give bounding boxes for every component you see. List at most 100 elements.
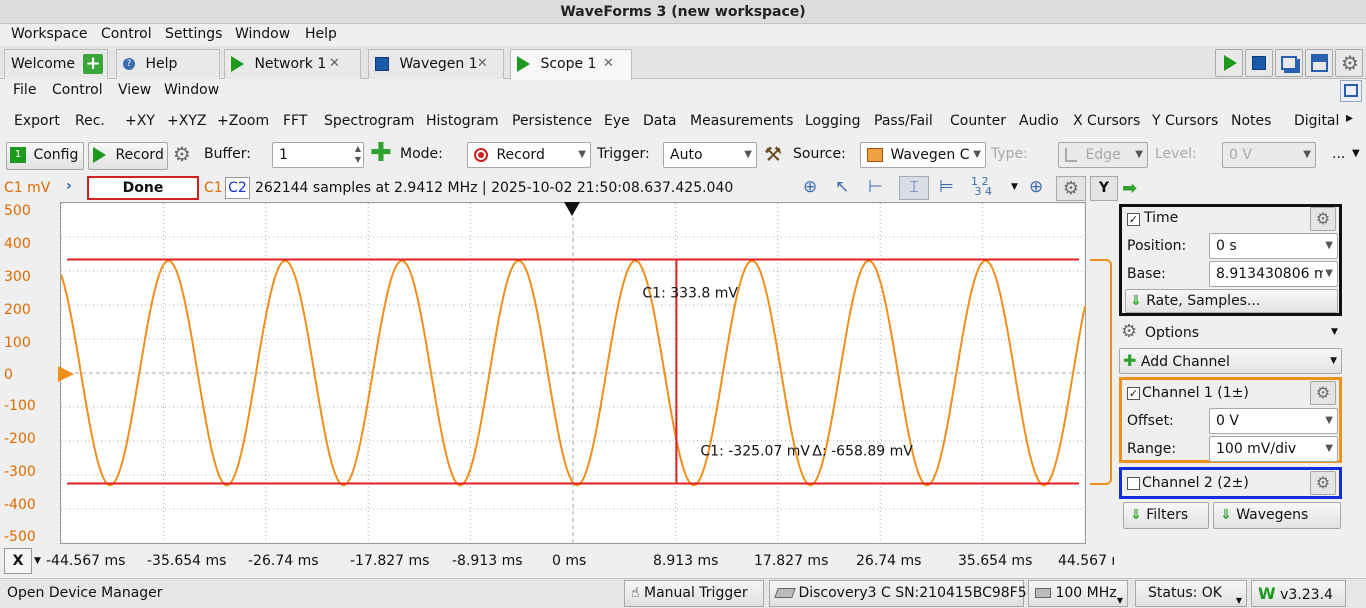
- channel2-settings-gear-icon[interactable]: ⚙: [1310, 471, 1336, 495]
- h-measure-icon[interactable]: ⊢: [868, 177, 883, 197]
- version-button[interactable]: W v3.23.4: [1251, 580, 1346, 607]
- inst-export[interactable]: Export: [14, 113, 60, 129]
- tile-windows-button[interactable]: [1305, 49, 1333, 77]
- tab-network[interactable]: Network 1 ✕: [224, 49, 361, 79]
- scope-menu-view[interactable]: View: [118, 82, 151, 98]
- close-tab-icon[interactable]: ✕: [477, 50, 488, 78]
- inst-eye[interactable]: Eye: [604, 113, 630, 129]
- inst-zoom[interactable]: +Zoom: [217, 113, 269, 129]
- stop-all-button[interactable]: [1245, 49, 1273, 77]
- inst-histogram[interactable]: Histogram: [426, 113, 499, 129]
- device-button[interactable]: Discovery3 C SN:210415BC98F5: [769, 580, 1027, 607]
- inst-spectrogram[interactable]: Spectrogram: [324, 113, 414, 129]
- chevron-down-icon[interactable]: ▼: [1352, 148, 1360, 159]
- inst-data[interactable]: Data: [643, 113, 676, 129]
- x-axis-button[interactable]: X: [4, 548, 32, 574]
- plot-settings-gear-icon[interactable]: ⚙: [1056, 176, 1086, 201]
- hammer-icon[interactable]: ⚒: [764, 142, 782, 166]
- channel2-badge[interactable]: C2: [225, 177, 250, 199]
- add-icon[interactable]: ✚: [370, 140, 392, 166]
- spin-arrows-icon[interactable]: ▲ ▼: [355, 143, 361, 165]
- workspace-settings-button[interactable]: ⚙: [1335, 49, 1363, 77]
- channel1-badge[interactable]: C1: [204, 180, 223, 196]
- trigger-select[interactable]: Auto ▼: [663, 142, 757, 168]
- close-tab-icon[interactable]: ✕: [603, 50, 614, 78]
- inst-logging[interactable]: Logging: [805, 113, 861, 129]
- tab-welcome[interactable]: Welcome +: [4, 49, 108, 79]
- channel1-offset-marker[interactable]: [58, 366, 74, 382]
- position-field[interactable]: 0 s ▼: [1209, 233, 1338, 259]
- inst-ycursors[interactable]: Y Cursors: [1152, 113, 1218, 129]
- inst-rec[interactable]: Rec.: [75, 113, 105, 129]
- buffer-spinbox[interactable]: 1 ▲ ▼: [272, 142, 364, 168]
- add-channel-button[interactable]: ✚ Add Channel ▼: [1119, 348, 1342, 374]
- time-checkbox[interactable]: ✓: [1127, 213, 1140, 226]
- menu-help[interactable]: Help: [305, 26, 337, 42]
- chevron-down-icon[interactable]: ▼: [1011, 182, 1018, 192]
- level-select[interactable]: 0 V ▼: [1222, 142, 1316, 168]
- filters-button[interactable]: ⇓ Filters: [1123, 502, 1209, 529]
- options-row[interactable]: ⚙ Options ▼: [1119, 320, 1342, 346]
- trigger-position-marker[interactable]: [564, 202, 580, 216]
- align-icon[interactable]: ⊨: [939, 177, 954, 197]
- more-instruments-icon[interactable]: ▸: [1346, 110, 1353, 126]
- inst-passfail[interactable]: Pass/Fail: [874, 113, 933, 129]
- scope-menu-file[interactable]: File: [13, 82, 36, 98]
- open-device-manager-link[interactable]: Open Device Manager: [7, 585, 163, 601]
- type-select[interactable]: Edge ▼: [1058, 142, 1148, 168]
- channel1-settings-gear-icon[interactable]: ⚙: [1310, 381, 1336, 405]
- wavegens-button[interactable]: ⇓ Wavegens: [1213, 502, 1341, 529]
- inst-notes[interactable]: Notes: [1231, 113, 1271, 129]
- record-button[interactable]: Record: [88, 142, 168, 170]
- menu-control[interactable]: Control: [101, 26, 152, 42]
- inst-audio[interactable]: Audio: [1019, 113, 1059, 129]
- channel2-checkbox[interactable]: [1127, 477, 1140, 490]
- restore-window-button[interactable]: [1340, 80, 1362, 102]
- chevron-down-icon[interactable]: ▼: [34, 556, 41, 566]
- cascade-windows-button[interactable]: [1275, 49, 1303, 77]
- inst-xy[interactable]: +XY: [125, 113, 155, 129]
- menu-workspace[interactable]: Workspace: [11, 26, 88, 42]
- run-all-button[interactable]: [1215, 49, 1243, 77]
- more-controls-button[interactable]: ...: [1332, 146, 1345, 162]
- y-axis-button[interactable]: Y: [1090, 176, 1118, 201]
- manual-trigger-button[interactable]: ☝ Manual Trigger: [624, 580, 764, 607]
- status-button[interactable]: Status: OK ▼: [1135, 580, 1247, 607]
- chevron-right-icon[interactable]: ›: [66, 178, 72, 194]
- offset-field[interactable]: 0 V ▼: [1209, 408, 1338, 434]
- v-measure-icon[interactable]: ⌶: [899, 176, 929, 200]
- time-settings-gear-icon[interactable]: ⚙: [1310, 207, 1336, 231]
- scope-plot[interactable]: C1: 333.8 mV C1: -325.07 mV Δ: -658.89 mV: [60, 202, 1086, 544]
- close-tab-icon[interactable]: ✕: [329, 50, 340, 78]
- config-button[interactable]: 1 Config: [6, 142, 84, 170]
- menu-window[interactable]: Window: [235, 26, 290, 42]
- cursor-arrow-icon[interactable]: ↖: [835, 177, 849, 197]
- rate-samples-button[interactable]: ⇓ Rate, Samples...: [1125, 289, 1338, 313]
- numbering-icon[interactable]: 1 2 3 4: [971, 176, 992, 197]
- inst-measurements[interactable]: Measurements: [690, 113, 793, 129]
- inst-digital[interactable]: Digital: [1294, 113, 1339, 129]
- range-field[interactable]: 100 mV/div ▼: [1209, 436, 1338, 462]
- inst-persistence[interactable]: Persistence: [512, 113, 592, 129]
- zoom-reset-icon[interactable]: ⊕: [803, 177, 817, 197]
- inst-fft[interactable]: FFT: [283, 113, 307, 129]
- tab-help[interactable]: ? Help: [116, 49, 220, 79]
- inst-xcursors[interactable]: X Cursors: [1073, 113, 1140, 129]
- mode-select[interactable]: Record ▼: [467, 142, 591, 168]
- tab-wavegen[interactable]: Wavegen 1 ✕: [368, 49, 504, 79]
- add-tab-icon[interactable]: +: [83, 54, 103, 74]
- menu-settings[interactable]: Settings: [165, 26, 222, 42]
- inst-xyz[interactable]: +XYZ: [167, 113, 206, 129]
- scope-menu-window[interactable]: Window: [164, 82, 219, 98]
- tab-scope[interactable]: Scope 1 ✕: [510, 49, 632, 80]
- waveform-chart[interactable]: C1: 333.8 mV C1: -325.07 mV Δ: -658.89 mV: [61, 203, 1087, 545]
- channel1-checkbox[interactable]: ✓: [1127, 387, 1140, 400]
- source-select[interactable]: Wavegen C ▼: [860, 142, 986, 168]
- arrow-right-icon[interactable]: ➡: [1122, 178, 1137, 199]
- inst-counter[interactable]: Counter: [950, 113, 1006, 129]
- scope-menu-control[interactable]: Control: [52, 82, 103, 98]
- zoom-icon[interactable]: ⊕: [1029, 177, 1043, 197]
- clock-button[interactable]: 100 MHz ▼: [1028, 580, 1128, 607]
- gear-icon[interactable]: ⚙: [173, 142, 191, 166]
- base-field[interactable]: 8.913430806 m ▼: [1209, 261, 1338, 287]
